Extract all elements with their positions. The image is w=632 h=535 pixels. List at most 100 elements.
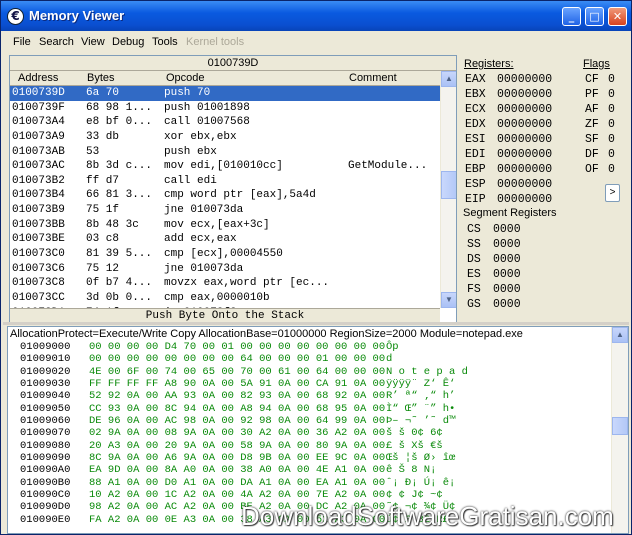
scroll-up-button[interactable]: ▲ (441, 71, 456, 87)
register-name: ESP (465, 178, 486, 191)
hex-bytes[interactable]: 00 00 00 00 D4 70 00 01 00 00 00 00 00 0… (89, 341, 385, 353)
hex-row[interactable]: 01009040 52 92 0A 00 AA 93 0A 00 82 93 0A… (8, 390, 610, 402)
hex-row[interactable]: 01009030 FF FF FF FF A8 90 0A 00 5A 91 0A… (8, 378, 610, 390)
disasm-row[interactable]: 010073BB 8b 48 3c mov ecx,[eax+3c] (10, 218, 440, 233)
flag-value[interactable]: 0 (608, 103, 615, 116)
flag-value[interactable]: 0 (608, 88, 615, 101)
hex-ascii[interactable]: £ š Xš €š (386, 440, 443, 452)
hex-bytes[interactable]: EA 9D 0A 00 8A A0 0A 00 38 A0 0A 00 4E A… (89, 464, 385, 476)
column-comment[interactable]: Comment (349, 72, 397, 84)
menu-view[interactable]: View (81, 36, 105, 48)
hex-row[interactable]: 010090B0 88 A1 0A 00 D0 A1 0A 00 DA A1 0A… (8, 477, 610, 489)
segment-value[interactable]: 0000 (493, 238, 521, 251)
hex-bytes[interactable]: 4E 00 6F 00 74 00 65 00 70 00 61 00 64 0… (89, 366, 385, 378)
register-value[interactable]: 00000000 (497, 163, 552, 176)
menu-debug[interactable]: Debug (112, 36, 144, 48)
segment-value[interactable]: 0000 (493, 253, 521, 266)
disasm-row[interactable]: 010073AB 53 push ebx (10, 145, 440, 160)
disasm-row[interactable]: 010073B9 75 1f jne 010073da (10, 203, 440, 218)
scroll-down-button[interactable]: ▼ (441, 292, 456, 308)
flag-value[interactable]: 0 (608, 133, 615, 146)
register-value[interactable]: 00000000 (497, 118, 552, 131)
hex-scroll-thumb[interactable] (612, 417, 628, 435)
hex-ascii[interactable]: Œš ¦š Ø› îœ (386, 452, 455, 464)
hex-row[interactable]: 01009090 8C 9A 0A 00 A6 9A 0A 00 D8 9B 0A… (8, 452, 610, 464)
menu-search[interactable]: Search (39, 36, 74, 48)
disasm-row[interactable]: 010073A4 e8 bf 0... call 01007568 (10, 115, 440, 130)
hex-ascii[interactable]: Ì“ Œ” ¨” h• (386, 403, 455, 415)
menu-file[interactable]: File (13, 36, 31, 48)
disasm-row[interactable]: 010073B2 ff d7 call edi (10, 174, 440, 189)
hex-ascii[interactable]: Ôp (386, 341, 399, 353)
disasm-row[interactable]: 010073C6 75 12 jne 010073da (10, 262, 440, 277)
hex-ascii[interactable]: ¢ ¢ J¢ ~¢ (386, 489, 443, 501)
hex-row[interactable]: 01009080 20 A3 0A 00 20 9A 0A 00 58 9A 0A… (8, 440, 610, 452)
hex-ascii[interactable]: ê Š 8 N¡ (386, 464, 436, 476)
column-address[interactable]: Address (18, 72, 58, 84)
register-value[interactable]: 00000000 (497, 133, 552, 146)
maximize-button[interactable]: □ (585, 7, 604, 26)
disasm-row[interactable]: 010073C0 81 39 5... cmp [ecx],00004550 (10, 247, 440, 262)
hex-row[interactable]: 01009060 DE 96 0A 00 AC 98 0A 00 92 98 0A… (8, 415, 610, 427)
hex-bytes[interactable]: 00 00 00 00 00 00 00 00 64 00 00 00 01 0… (89, 353, 385, 365)
segment-value[interactable]: 0000 (493, 223, 521, 236)
flag-value[interactable]: 0 (608, 73, 615, 86)
disasm-row[interactable]: 010073B4 66 81 3... cmp word ptr [eax],5a4… (10, 188, 440, 203)
hex-ascii[interactable]: d (386, 353, 392, 365)
close-button[interactable]: ✕ (608, 7, 627, 26)
flag-value[interactable]: 0 (608, 118, 615, 131)
hex-ascii[interactable]: š š 0¢ 6¢ (386, 427, 443, 439)
disassembler-scrollbar[interactable]: ▲ ▼ (440, 71, 456, 308)
expand-registers-button[interactable]: > (605, 184, 620, 202)
hex-row[interactable]: 01009000 00 00 00 00 D4 70 00 01 00 00 00… (8, 341, 610, 353)
column-bytes[interactable]: Bytes (87, 72, 115, 84)
disassembler-pane[interactable]: 0100739D Address Bytes Opcode Comment 01… (9, 55, 457, 323)
hex-bytes[interactable]: 8C 9A 0A 00 A6 9A 0A 00 D8 9B 0A 00 EE 9… (89, 452, 385, 464)
row-address: 0100739D (12, 87, 65, 99)
hex-row[interactable]: 01009010 00 00 00 00 00 00 00 00 64 00 00… (8, 353, 610, 365)
disasm-row[interactable]: 010073CC 3d 0b 0... cmp eax,0000010b (10, 291, 440, 306)
scroll-thumb[interactable] (441, 171, 456, 199)
register-value[interactable]: 00000000 (497, 73, 552, 86)
hex-ascii[interactable]: ÿÿÿÿ¨ Z‘ Ê‘ (386, 378, 455, 390)
pane-splitter[interactable] (3, 322, 629, 325)
disasm-row[interactable]: 010073C8 0f b7 4... movzx eax,word ptr [ec… (10, 276, 440, 291)
disasm-row[interactable]: 010073BE 03 c8 add ecx,eax (10, 232, 440, 247)
segment-value[interactable]: 0000 (493, 283, 521, 296)
hex-bytes[interactable]: FF FF FF FF A8 90 0A 00 5A 91 0A 00 CA 9… (89, 378, 385, 390)
register-value[interactable]: 00000000 (497, 88, 552, 101)
disasm-row[interactable]: 0100739D 6a 70 push 70 (10, 86, 440, 101)
hex-bytes[interactable]: DE 96 0A 00 AC 98 0A 00 92 98 0A 00 64 9… (89, 415, 385, 427)
hex-row[interactable]: 01009020 4E 00 6F 00 74 00 65 00 70 00 61… (8, 366, 610, 378)
segment-value[interactable]: 0000 (493, 268, 521, 281)
register-value[interactable]: 00000000 (497, 178, 552, 191)
hex-ascii[interactable]: N o t e p a d (386, 366, 468, 378)
segment-value[interactable]: 0000 (493, 298, 521, 311)
hex-bytes[interactable]: 88 A1 0A 00 D0 A1 0A 00 DA A1 0A 00 EA A… (89, 477, 385, 489)
hex-scroll-up-button[interactable]: ▲ (612, 327, 628, 343)
hex-row[interactable]: 01009070 02 9A 0A 00 08 9A 0A 00 30 A2 0A… (8, 427, 610, 439)
minimize-button[interactable]: _ (562, 7, 581, 26)
flag-value[interactable]: 0 (608, 148, 615, 161)
register-value[interactable]: 00000000 (497, 148, 552, 161)
hex-row[interactable]: 010090A0 EA 9D 0A 00 8A A0 0A 00 38 A0 0A… (8, 464, 610, 476)
hex-ascii[interactable]: ˆ¡ Ð¡ Ú¡ ê¡ (386, 477, 455, 489)
disasm-row[interactable]: 010073A9 33 db xor ebx,ebx (10, 130, 440, 145)
hex-bytes[interactable]: 10 A2 0A 00 1C A2 0A 00 4A A2 0A 00 7E A… (89, 489, 385, 501)
disasm-row[interactable]: 010073AC 8b 3d c... mov edi,[010010cc] GetM… (10, 159, 440, 174)
menu-tools[interactable]: Tools (152, 36, 178, 48)
hex-bytes[interactable]: 02 9A 0A 00 08 9A 0A 00 30 A2 0A 00 36 A… (89, 427, 385, 439)
column-opcode[interactable]: Opcode (166, 72, 205, 84)
hex-row[interactable]: 01009050 CC 93 0A 00 8C 94 0A 00 A8 94 0A… (8, 403, 610, 415)
title-bar[interactable]: € Memory Viewer _ □ ✕ (1, 1, 631, 31)
hex-bytes[interactable]: CC 93 0A 00 8C 94 0A 00 A8 94 0A 00 68 9… (89, 403, 385, 415)
hex-ascii[interactable]: Þ– ¬˜ ’˜ d™ (386, 415, 455, 427)
register-value[interactable]: 00000000 (497, 193, 552, 206)
register-value[interactable]: 00000000 (497, 103, 552, 116)
hex-row[interactable]: 010090C0 10 A2 0A 00 1C A2 0A 00 4A A2 0A… (8, 489, 610, 501)
hex-bytes[interactable]: 52 92 0A 00 AA 93 0A 00 82 93 0A 00 68 9… (89, 390, 385, 402)
disasm-row[interactable]: 0100739F 68 98 1... push 01001898 (10, 101, 440, 116)
flag-value[interactable]: 0 (608, 163, 615, 176)
hex-ascii[interactable]: R’ ª“ ‚“ h’ (386, 390, 455, 402)
hex-bytes[interactable]: 20 A3 0A 00 20 9A 0A 00 58 9A 0A 00 80 9… (89, 440, 385, 452)
